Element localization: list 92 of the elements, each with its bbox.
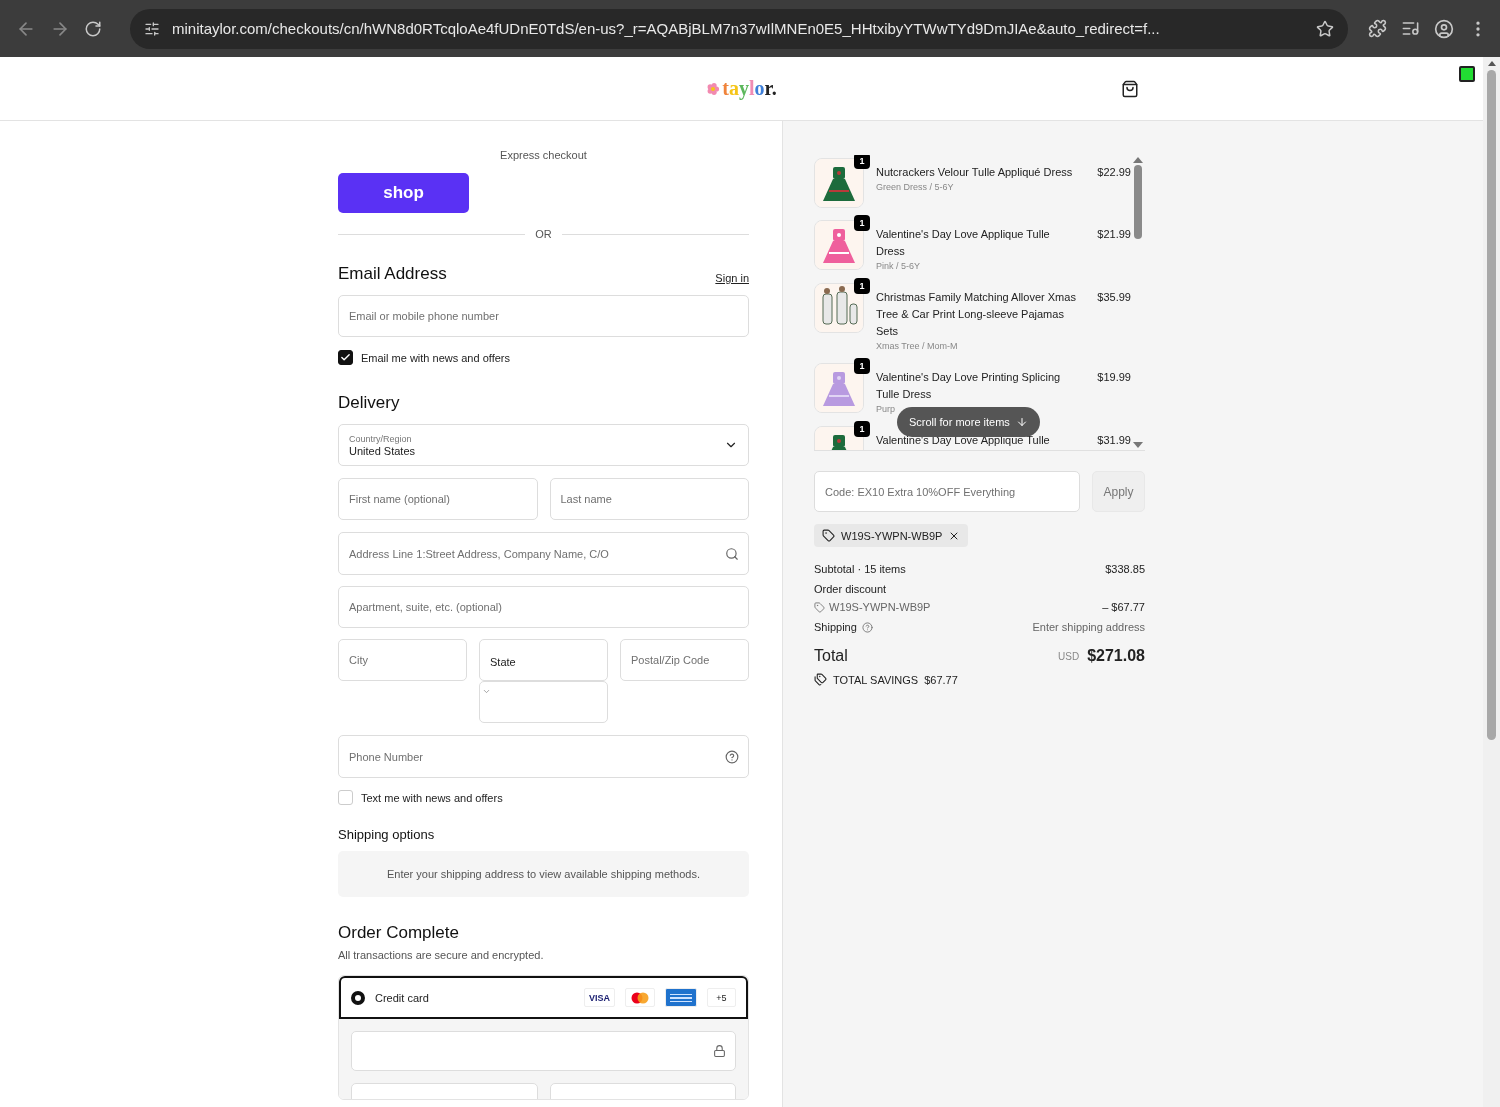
shop-pay-button[interactable]: shop: [338, 173, 469, 213]
mastercard-icon: [625, 988, 655, 1007]
postal-code-field[interactable]: Postal/Zip Code: [620, 639, 749, 681]
scroll-up-arrow-icon[interactable]: [1133, 157, 1143, 163]
section-heading: Email Address: [338, 264, 447, 284]
visa-card-badge: VISA: [584, 988, 615, 1007]
address-bar[interactable]: minitaylor.com/checkouts/cn/hWN8d0RTcqloAe4fUDnE0TdS/en-us?_r=AQABjBLM7n37wIlMNEn0E5_HHtxibyYTWwTYd9DmJIAe&auto_redirect=f...: [130, 8, 1348, 49]
product-variant: Green Dress / 5-6Y: [876, 182, 955, 192]
scroll-hint-pill[interactable]: Scroll for more items: [897, 407, 1040, 437]
country-select[interactable]: Country/Region United States: [338, 424, 749, 466]
extensions-icon[interactable]: [1368, 19, 1387, 38]
discount-code: W19S-YWPN-WB9P: [829, 601, 931, 613]
product-variant: Xmas Tree / Mom-M: [876, 341, 959, 351]
checkbox-label: Email me with news and offers: [361, 351, 510, 364]
lock-icon: [713, 1044, 726, 1058]
product-price: $19.99: [1097, 370, 1131, 385]
page-scrollbar[interactable]: [1483, 57, 1500, 1107]
site-info-icon[interactable]: [144, 20, 160, 37]
order-discount-label: Order discount: [814, 583, 887, 595]
or-divider-label: OR: [535, 228, 552, 240]
product-variant: Pink / 5-6Y: [876, 261, 922, 271]
sign-in-link[interactable]: Sign in: [715, 272, 749, 284]
list-scrollbar[interactable]: [1131, 155, 1145, 450]
media-icon[interactable]: [1401, 19, 1420, 38]
shopping-bag-icon[interactable]: [1120, 79, 1139, 98]
scroll-down-arrow-icon[interactable]: [1133, 442, 1143, 448]
express-checkout-label: Express checkout: [500, 149, 587, 161]
applied-code-chip[interactable]: W19S-YWPN-WB9P: [814, 524, 969, 547]
product-price: $35.99: [1097, 290, 1131, 305]
applied-code: W19S-YWPN-WB9P: [841, 529, 943, 542]
tag-icon: [814, 601, 825, 613]
product-price: $22.99: [1097, 165, 1131, 180]
profile-icon[interactable]: [1434, 18, 1454, 39]
section-heading: Delivery: [338, 393, 400, 413]
quantity-badge: 1: [854, 358, 870, 374]
bookmark-star-icon[interactable]: [1316, 19, 1334, 38]
address-field[interactable]: Address Line 1:Street Address, Company Name, C/O: [338, 532, 749, 575]
store-logo[interactable]: taylor.: [706, 77, 777, 100]
state-field[interactable]: State: [479, 639, 608, 681]
product-price: $31.99: [1097, 433, 1131, 448]
currency-code: USD: [1058, 650, 1080, 662]
product-name: Valentine's Day Love Applique Tulle Dress: [876, 227, 1051, 259]
scroll-thumb[interactable]: [1487, 70, 1496, 740]
amex-card-icon: [665, 988, 697, 1007]
apply-button[interactable]: Apply: [1092, 471, 1145, 512]
last-name-field[interactable]: Last name: [549, 478, 749, 520]
quantity-badge: 1: [854, 215, 870, 231]
total-label: Total: [814, 647, 848, 665]
total-savings-label: TOTAL SAVINGS: [833, 673, 919, 686]
phone-field[interactable]: Phone Number: [338, 735, 749, 778]
subtotal-label: Subtotal · 15 items: [814, 563, 906, 575]
product-name: Valentine's Day Love Printing Splicing Tulle Dress: [876, 370, 1062, 402]
tags-icon: [814, 673, 827, 686]
quantity-badge: 1: [854, 278, 870, 294]
city-field[interactable]: City: [338, 639, 467, 681]
reload-icon[interactable]: [84, 19, 102, 38]
flower-icon: [706, 81, 721, 96]
caret-icon: [482, 687, 491, 696]
scroll-up-arrow-icon[interactable]: [1487, 61, 1496, 66]
search-icon: [725, 546, 739, 561]
help-icon: [861, 621, 873, 633]
radio-button[interactable]: [351, 990, 365, 1005]
total-savings-value: $67.77: [924, 673, 958, 686]
product-name: Nutcrackers Velour Tulle Appliqué Dress: [876, 165, 1074, 180]
product-name: Christmas Family Matching Allover Xmas Tree & Car Print Long-sleeve Pajamas Sets: [876, 290, 1077, 339]
email-field[interactable]: Email or mobile phone number: [338, 295, 749, 337]
quantity-badge: 1: [854, 421, 870, 437]
quantity-badge: 1: [854, 155, 870, 169]
card-number-field[interactable]: [351, 1031, 736, 1071]
discount-value: – $67.77: [1102, 601, 1145, 613]
subtotal-value: $338.85: [1105, 563, 1145, 575]
scroll-thumb[interactable]: [1134, 165, 1142, 239]
apartment-field[interactable]: Apartment, suite, etc. (optional): [338, 586, 749, 628]
product-variant: Purp: [876, 404, 896, 414]
shipping-methods-notice: Enter your shipping address to view available shipping methods.: [338, 851, 749, 897]
total-value: $271.08: [1087, 647, 1145, 665]
section-heading: Shipping options: [338, 827, 435, 842]
help-icon: [725, 749, 739, 764]
checkbox[interactable]: [338, 350, 353, 365]
shipping-value: Enter shipping address: [1032, 621, 1145, 633]
discount-code-field[interactable]: Code: EX10 Extra 10%OFF Everything: [814, 471, 1080, 512]
more-cards-badge: +5: [707, 988, 736, 1007]
tag-icon: [822, 529, 835, 542]
status-indicator-icon: [1459, 66, 1475, 82]
checkbox-label: Text me with news and offers: [361, 791, 503, 804]
arrow-down-icon: [1015, 416, 1028, 428]
shipping-label: Shipping: [814, 621, 857, 633]
check-icon: [340, 352, 351, 363]
security-note: All transactions are secure and encrypted.: [338, 949, 544, 961]
section-heading: Order Complete: [338, 923, 459, 943]
first-name-field[interactable]: First name (optional): [338, 478, 538, 520]
product-price: $21.99: [1097, 227, 1131, 242]
